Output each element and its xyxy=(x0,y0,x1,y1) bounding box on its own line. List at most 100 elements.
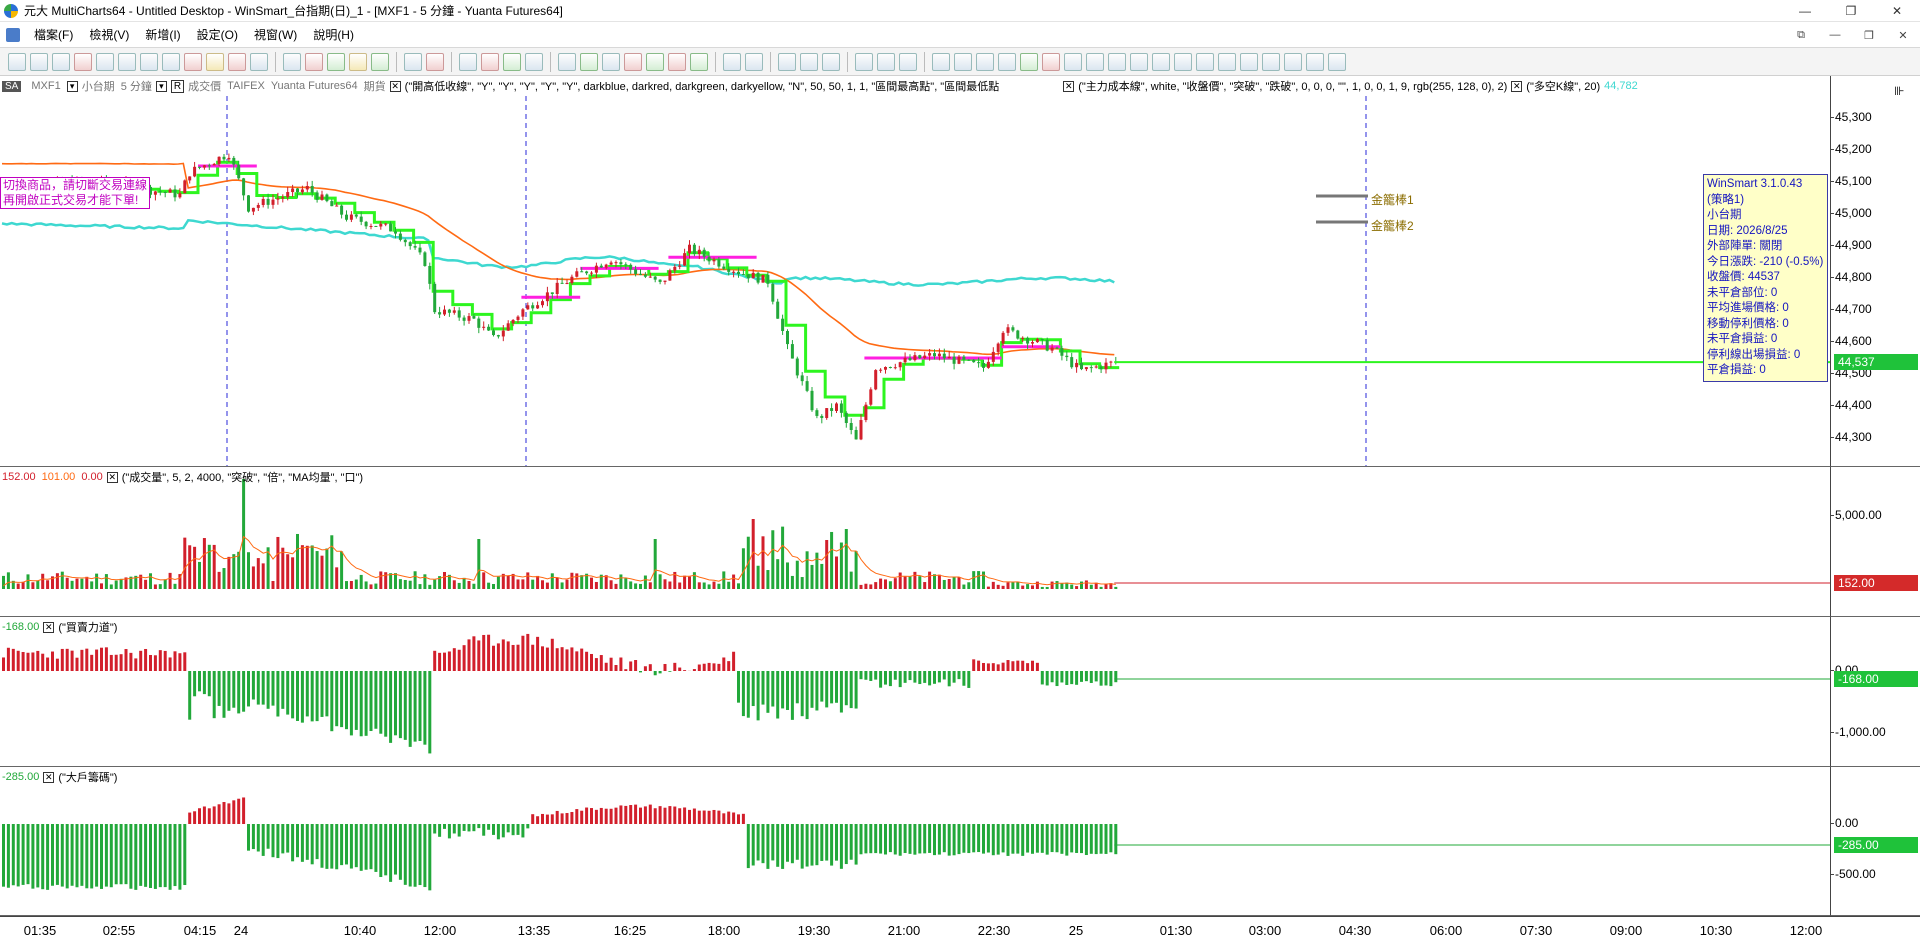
chips-close-icon[interactable]: ✕ xyxy=(43,771,55,783)
mdi-minimize-button[interactable]: — xyxy=(1818,29,1852,41)
toolbar-tool-icon[interactable] xyxy=(283,52,301,71)
toolbar-tool-icon[interactable] xyxy=(602,52,620,71)
force-bar xyxy=(663,663,667,671)
toolbar-tool-icon[interactable] xyxy=(404,52,422,71)
price-axis[interactable]: ⊪ 45,300 45,200 45,100 45,000 44,900 44,800 44… xyxy=(1830,76,1920,467)
force-pane[interactable]: -168.00 ✕ ("買賣力道") xyxy=(0,617,1830,767)
toolbar-tool-icon[interactable] xyxy=(30,52,48,71)
toolbar-tool-icon[interactable] xyxy=(690,52,708,71)
force-bar xyxy=(594,658,598,671)
toolbar-tool-icon[interactable] xyxy=(305,52,323,71)
toolbar-tool-icon[interactable] xyxy=(899,52,917,71)
toolbar-tool-icon[interactable] xyxy=(426,52,444,71)
menu-window[interactable]: 視窗(W) xyxy=(246,26,305,43)
toolbar-tool-icon[interactable] xyxy=(118,52,136,71)
volume-bar xyxy=(688,576,691,589)
toolbar-tool-icon[interactable] xyxy=(1108,52,1126,71)
study2-close-icon[interactable]: ✕ xyxy=(1063,80,1075,92)
toolbar-tool-icon[interactable] xyxy=(624,52,642,71)
toolbar-tool-icon[interactable] xyxy=(162,52,180,71)
toolbar-tool-icon[interactable] xyxy=(668,52,686,71)
force-bar xyxy=(614,665,618,671)
toolbar-tool-icon[interactable] xyxy=(1328,52,1346,71)
mdi-close-button[interactable]: ✕ xyxy=(1886,29,1920,42)
close-button[interactable]: ✕ xyxy=(1874,0,1920,22)
toolbar-tool-icon[interactable] xyxy=(184,52,202,71)
price-pane[interactable]: SA MXF1 ▾ 小台期 5 分鐘 ▾ R 成交價 TAIFEX Yuanta… xyxy=(0,76,1830,467)
toolbar-tool-icon[interactable] xyxy=(140,52,158,71)
axis-settings-icon[interactable]: ⊪ xyxy=(1894,84,1904,98)
toolbar-tool-icon[interactable] xyxy=(723,52,741,71)
toolbar-tool-icon[interactable] xyxy=(800,52,818,71)
toolbar-tool-icon[interactable] xyxy=(8,52,26,71)
chips-axis[interactable]: 0.00 -500.00 -285.00 xyxy=(1829,767,1920,916)
toolbar-tool-icon[interactable] xyxy=(976,52,994,71)
toolbar-tool-icon[interactable] xyxy=(954,52,972,71)
toolbar-tool-icon[interactable] xyxy=(371,52,389,71)
toolbar-tool-icon[interactable] xyxy=(1086,52,1104,71)
chips-pane[interactable]: -285.00 ✕ ("大戶籌碼") xyxy=(0,767,1830,916)
mdi-restore-button[interactable]: ❐ xyxy=(1852,29,1886,42)
candle-body xyxy=(560,282,564,284)
symbol-badge[interactable]: SA xyxy=(2,80,22,92)
toolbar-tool-icon[interactable] xyxy=(1262,52,1280,71)
toolbar-tool-icon[interactable] xyxy=(74,52,92,71)
toolbar-tool-icon[interactable] xyxy=(349,52,367,71)
toolbar-tool-icon[interactable] xyxy=(1020,52,1038,71)
toolbar-tool-icon[interactable] xyxy=(855,52,873,71)
volume-axis[interactable]: 5,000.00 152.00 xyxy=(1830,467,1920,617)
study3-close-icon[interactable]: ✕ xyxy=(1511,80,1523,92)
force-bar xyxy=(1060,671,1064,683)
toolbar-tool-icon[interactable] xyxy=(1152,52,1170,71)
toolbar-tool-icon[interactable] xyxy=(206,52,224,71)
toolbar-tool-icon[interactable] xyxy=(1042,52,1060,71)
toolbar-tool-icon[interactable] xyxy=(1174,52,1192,71)
menu-file[interactable]: 檔案(F) xyxy=(26,26,81,43)
toolbar-tool-icon[interactable] xyxy=(1064,52,1082,71)
toolbar-tool-icon[interactable] xyxy=(503,52,521,71)
menu-view[interactable]: 檢視(V) xyxy=(81,26,137,43)
toolbar-tool-icon[interactable] xyxy=(778,52,796,71)
symbol-dropdown-icon[interactable]: ▾ xyxy=(66,80,78,92)
toolbar-tool-icon[interactable] xyxy=(1196,52,1214,71)
volume-pane[interactable]: 152.00 101.00 0.00 ✕ ("成交量", 5, 2, 4000,… xyxy=(0,467,1830,617)
toolbar-tool-icon[interactable] xyxy=(745,52,763,71)
volume-close-icon[interactable]: ✕ xyxy=(106,471,118,483)
toolbar-tool-icon[interactable] xyxy=(1130,52,1148,71)
chips-bar xyxy=(746,824,750,869)
toolbar-tool-icon[interactable] xyxy=(877,52,895,71)
menu-settings[interactable]: 設定(O) xyxy=(189,26,246,43)
toolbar-tool-icon[interactable] xyxy=(558,52,576,71)
toolbar-tool-icon[interactable] xyxy=(1218,52,1236,71)
interval-dropdown-icon[interactable]: ▾ xyxy=(155,80,167,92)
toolbar-tool-icon[interactable] xyxy=(96,52,114,71)
toolbar-tool-icon[interactable] xyxy=(580,52,598,71)
toolbar-tool-icon[interactable] xyxy=(250,52,268,71)
toolbar-tool-icon[interactable] xyxy=(822,52,840,71)
toolbar-tool-icon[interactable] xyxy=(228,52,246,71)
toolbar-tool-icon[interactable] xyxy=(525,52,543,71)
toolbar-tool-icon[interactable] xyxy=(646,52,664,71)
toolbar-tool-icon[interactable] xyxy=(52,52,70,71)
force-axis[interactable]: 0.00 -1,000.00 -168.00 xyxy=(1829,617,1920,767)
candle-body xyxy=(673,266,677,271)
study1-close-icon[interactable]: ✕ xyxy=(389,80,401,92)
toolbar-tool-icon[interactable] xyxy=(932,52,950,71)
toolbar-tool-icon[interactable] xyxy=(1284,52,1302,71)
maximize-button[interactable]: ❐ xyxy=(1828,0,1874,22)
minimize-button[interactable]: — xyxy=(1782,0,1828,22)
chips-bar xyxy=(305,824,309,860)
menu-help[interactable]: 說明(H) xyxy=(305,26,362,43)
toolbar-tool-icon[interactable] xyxy=(1306,52,1324,71)
toolbar-tool-icon[interactable] xyxy=(459,52,477,71)
r-badge[interactable]: R xyxy=(170,79,185,93)
force-close-icon[interactable]: ✕ xyxy=(43,621,55,633)
toolbar-tool-icon[interactable] xyxy=(481,52,499,71)
time-axis[interactable]: 01:35 02:55 04:15 24 10:40 12:00 13:35 16:25 18:… xyxy=(0,916,1920,944)
mdi-tile-button[interactable]: ⧉ xyxy=(1784,29,1818,42)
toolbar-tool-icon[interactable] xyxy=(1240,52,1258,71)
chips-bar xyxy=(212,806,216,824)
menu-insert[interactable]: 新增(I) xyxy=(137,26,188,43)
toolbar-tool-icon[interactable] xyxy=(998,52,1016,71)
toolbar-tool-icon[interactable] xyxy=(327,52,345,71)
